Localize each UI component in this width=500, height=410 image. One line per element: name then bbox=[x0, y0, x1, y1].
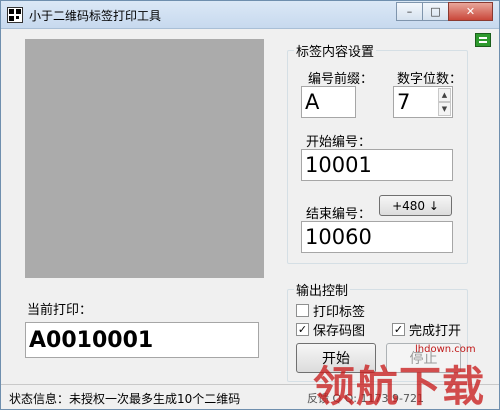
increment-button[interactable]: +480 ↓ bbox=[379, 195, 452, 216]
open-when-done-box[interactable]: ✓ bbox=[392, 323, 405, 336]
spin-up-icon[interactable]: ▲ bbox=[438, 88, 451, 102]
output-control-title: 输出控制 bbox=[294, 280, 351, 299]
save-image-box[interactable]: ✓ bbox=[296, 323, 309, 336]
open-when-done-checkbox[interactable]: ✓ 完成打开 bbox=[392, 320, 461, 339]
digits-label: 数字位数： bbox=[397, 72, 463, 87]
digits-spin-arrows[interactable]: ▲ ▼ bbox=[438, 88, 451, 116]
start-number-input[interactable]: 10001 bbox=[301, 149, 453, 181]
print-label-checkbox[interactable]: 打印标签 bbox=[296, 301, 365, 320]
open-when-done-text: 完成打开 bbox=[409, 324, 462, 339]
start-number-label: 开始编号： bbox=[306, 135, 372, 150]
minimize-button[interactable]: – bbox=[396, 2, 423, 21]
status-message: 状态信息：未授权一次最多生成10个二维码 bbox=[9, 392, 241, 406]
current-print-label: 当前打印： bbox=[27, 303, 93, 318]
qr-preview-area bbox=[25, 39, 264, 278]
digits-value: 7 bbox=[397, 90, 411, 114]
window-controls: – □ ✕ bbox=[396, 2, 493, 21]
app-window: 小于二维码标签打印工具 – □ ✕ 当前打印： A0010001 标签内容设置 … bbox=[0, 0, 500, 410]
window-title: 小于二维码标签打印工具 bbox=[29, 9, 162, 23]
close-button[interactable]: ✕ bbox=[448, 2, 493, 21]
end-number-input[interactable]: 10060 bbox=[301, 221, 453, 253]
label-settings-title: 标签内容设置 bbox=[294, 41, 377, 60]
spin-down-icon[interactable]: ▼ bbox=[438, 102, 451, 116]
green-menu-icon[interactable] bbox=[475, 33, 491, 47]
save-image-checkbox[interactable]: ✓ 保存码图 bbox=[296, 320, 365, 339]
watermark-logo: 领航下载 bbox=[313, 362, 486, 410]
qr-code-icon bbox=[7, 7, 23, 23]
current-print-field: A0010001 bbox=[25, 322, 259, 358]
prefix-label: 编号前缀： bbox=[308, 72, 374, 87]
print-label-text: 打印标签 bbox=[313, 305, 366, 320]
prefix-input[interactable]: A bbox=[301, 86, 356, 118]
save-image-text: 保存码图 bbox=[313, 324, 366, 339]
maximize-button[interactable]: □ bbox=[422, 2, 449, 21]
title-bar: 小于二维码标签打印工具 – □ ✕ bbox=[1, 1, 499, 29]
print-label-box[interactable] bbox=[296, 304, 309, 317]
end-number-label: 结束编号： bbox=[306, 207, 372, 222]
digits-stepper[interactable]: 7 ▲ ▼ bbox=[393, 86, 453, 118]
